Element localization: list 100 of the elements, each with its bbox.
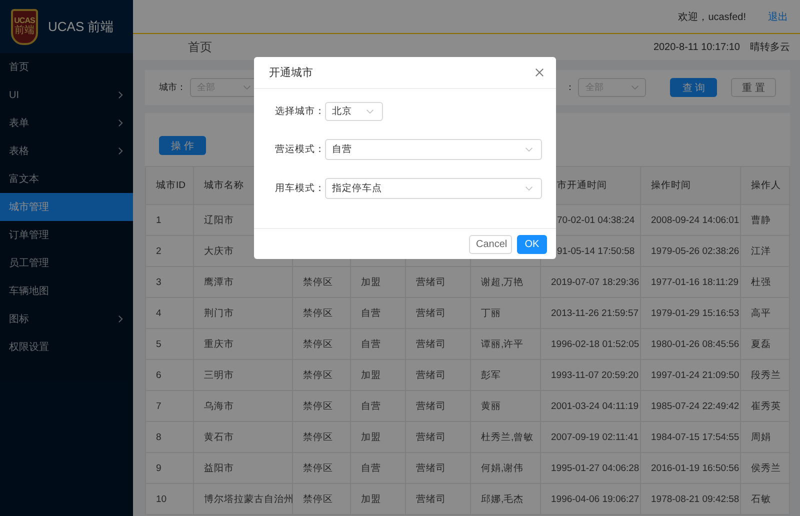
table-cell: 乌海市 bbox=[194, 390, 292, 422]
table-cell: 营绪司 bbox=[406, 298, 470, 328]
query-button[interactable]: 查 询 bbox=[670, 78, 718, 97]
table-cell: 10 bbox=[146, 484, 194, 514]
logo-badge: UCAS 前端 bbox=[11, 8, 38, 44]
table-cell: 谢超,万艳 bbox=[470, 266, 540, 298]
brand-title: UCAS 前端 bbox=[48, 18, 114, 36]
breadcrumb-title: 首页 bbox=[188, 38, 213, 56]
table-cell: 博尔塔拉蒙古自治州 bbox=[194, 484, 292, 514]
table-cell: 重庆市 bbox=[194, 328, 292, 360]
table-cell: 2013-11-26 21:59:57 bbox=[540, 298, 640, 328]
cancel-button[interactable]: Cancel bbox=[469, 234, 512, 254]
weather-text: 晴转多云 bbox=[750, 40, 790, 54]
table-cell: 彭军 bbox=[470, 360, 540, 390]
table-cell: 禁停区 bbox=[292, 266, 350, 298]
table-cell: 自营 bbox=[350, 328, 406, 360]
menu-item[interactable]: 表单 bbox=[0, 109, 133, 137]
table-cell: 1980-01-26 08:45:56 bbox=[640, 328, 740, 360]
table-cell: 1996-04-06 19:06:27 bbox=[540, 484, 640, 514]
table-cell: 荆门市 bbox=[194, 298, 292, 328]
dropdown-icon bbox=[525, 147, 533, 152]
action-button[interactable]: 操 作 bbox=[159, 136, 206, 155]
table-cell: 营绪司 bbox=[406, 452, 470, 484]
column-header: 操作人 bbox=[740, 166, 790, 204]
table-cell: 自营 bbox=[350, 298, 406, 328]
table-cell: 杜秀兰,曾敏 bbox=[470, 422, 540, 452]
menu-item[interactable]: 富文本 bbox=[0, 165, 133, 193]
menu-item[interactable]: UI bbox=[0, 81, 133, 109]
table-cell: 江洋 bbox=[740, 236, 790, 266]
table-cell: 1978-08-21 09:42:58 bbox=[640, 484, 740, 514]
table-cell: 邱娜,毛杰 bbox=[470, 484, 540, 514]
table-cell: 1 bbox=[146, 204, 194, 236]
table-cell: 1979-01-29 15:16:53 bbox=[640, 298, 740, 328]
table-cell: 自营 bbox=[350, 452, 406, 484]
menu-item[interactable]: 员工管理 bbox=[0, 249, 133, 277]
table-cell: 5 bbox=[146, 328, 194, 360]
table-cell: 营绪司 bbox=[406, 422, 470, 452]
reset-button[interactable]: 重 置 bbox=[731, 78, 776, 97]
close-icon[interactable] bbox=[535, 68, 544, 77]
table-cell: 段秀兰 bbox=[740, 360, 790, 390]
table-cell: 8 bbox=[146, 422, 194, 452]
table-cell: 3 bbox=[146, 266, 194, 298]
table-cell: 6 bbox=[146, 360, 194, 390]
menu-item[interactable]: 权限设置 bbox=[0, 333, 133, 361]
menu-item[interactable]: 表格 bbox=[0, 137, 133, 165]
dropdown-icon bbox=[243, 85, 251, 90]
select-field[interactable]: 北京 bbox=[325, 102, 383, 121]
table-cell: 周娟 bbox=[740, 422, 790, 452]
menu-item[interactable]: 城市管理 bbox=[0, 193, 133, 221]
table-cell: 1995-01-27 04:06:28 bbox=[540, 452, 640, 484]
logout-link[interactable]: 退出 bbox=[768, 10, 788, 24]
ok-button[interactable]: OK bbox=[517, 234, 547, 254]
table-cell: 高平 bbox=[740, 298, 790, 328]
table-cell: 黄丽 bbox=[470, 390, 540, 422]
dropdown-icon bbox=[525, 186, 533, 191]
column-header: 城市ID bbox=[146, 166, 194, 204]
table-cell: 加盟 bbox=[350, 422, 406, 452]
table-cell: 禁停区 bbox=[292, 422, 350, 452]
table-cell: 加盟 bbox=[350, 484, 406, 514]
table-cell: 1984-07-15 17:54:55 bbox=[640, 422, 740, 452]
table-cell: 1996-02-18 01:52:05 bbox=[540, 328, 640, 360]
table-cell: 1977-01-16 18:11:29 bbox=[640, 266, 740, 298]
table-cell: 营绪司 bbox=[406, 328, 470, 360]
table-cell: 1997-01-24 21:09:50 bbox=[640, 360, 740, 390]
table-cell: 夏磊 bbox=[740, 328, 790, 360]
table-cell: 2016-01-19 16:50:56 bbox=[640, 452, 740, 484]
datetime-text: 2020-8-11 10:17:10 bbox=[653, 42, 740, 52]
menu-item[interactable]: 首页 bbox=[0, 53, 133, 81]
welcome-text: 欢迎，ucasfed! bbox=[678, 10, 746, 24]
table-cell: 禁停区 bbox=[292, 360, 350, 390]
menu-item[interactable]: 订单管理 bbox=[0, 221, 133, 249]
table-cell: 4 bbox=[146, 298, 194, 328]
modal-title: 开通城市 bbox=[269, 66, 313, 80]
menu-item[interactable]: 图标 bbox=[0, 305, 133, 333]
field-label: 选择城市： bbox=[274, 105, 325, 118]
table-cell: 杜强 bbox=[740, 266, 790, 298]
column-header: 操作时间 bbox=[640, 166, 740, 204]
field-label: 营运模式： bbox=[274, 143, 325, 156]
table-cell: 侯秀兰 bbox=[740, 452, 790, 484]
table-cell: 禁停区 bbox=[292, 390, 350, 422]
table-cell: 7 bbox=[146, 390, 194, 422]
table-cell: 益阳市 bbox=[194, 452, 292, 484]
select-field[interactable]: 自营 bbox=[325, 139, 542, 160]
table-cell: 石敏 bbox=[740, 484, 790, 514]
table-cell: 鹰潭市 bbox=[194, 266, 292, 298]
table-cell: 谭丽,许平 bbox=[470, 328, 540, 360]
filter-label: ： bbox=[565, 81, 574, 94]
table-cell: 2008-09-24 14:06:01 bbox=[640, 204, 740, 236]
select-field[interactable]: 指定停车点 bbox=[325, 178, 542, 199]
table-cell: 9 bbox=[146, 452, 194, 484]
dropdown-icon bbox=[631, 85, 640, 90]
menu-item[interactable]: 车辆地图 bbox=[0, 277, 133, 305]
table-cell: 禁停区 bbox=[292, 484, 350, 514]
table-cell: 1985-07-24 22:49:42 bbox=[640, 390, 740, 422]
table-cell: 2007-09-19 02:11:41 bbox=[540, 422, 640, 452]
table-cell: 三明市 bbox=[194, 360, 292, 390]
filter-label: 城市： bbox=[159, 81, 186, 94]
table-cell: 崔秀英 bbox=[740, 390, 790, 422]
table-cell: 丁丽 bbox=[470, 298, 540, 328]
table-cell: 营绪司 bbox=[406, 390, 470, 422]
